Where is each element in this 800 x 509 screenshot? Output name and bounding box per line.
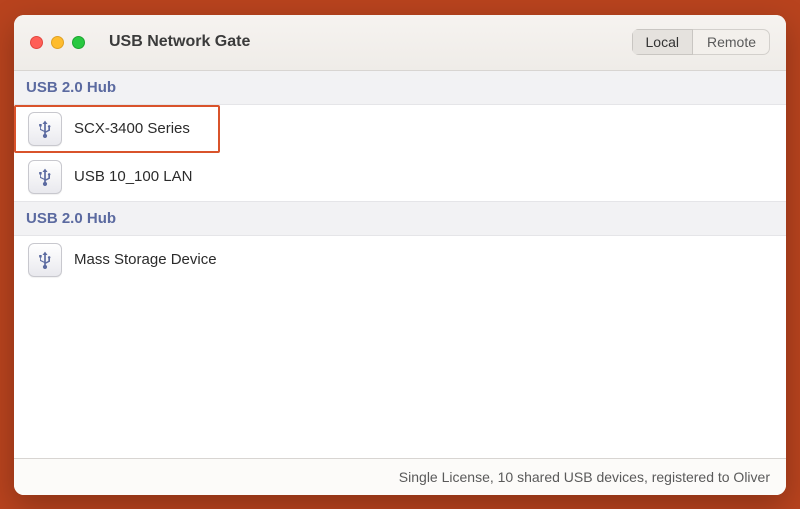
tab-remote[interactable]: Remote [693,29,770,55]
device-row[interactable]: SCX-3400 Series [14,105,220,153]
usb-icon [35,250,55,270]
device-row[interactable]: USB 10_100 LAN [14,153,786,201]
device-label: SCX-3400 Series [74,120,190,137]
usb-icon [28,243,62,277]
usb-icon [28,112,62,146]
hub-header: USB 2.0 Hub [14,201,786,236]
device-label: Mass Storage Device [74,251,217,268]
device-list: USB 2.0 Hub SCX-3400 Series USB 10_100 L… [14,71,786,458]
usb-icon [35,119,55,139]
traffic-lights [30,36,85,49]
usb-icon [35,167,55,187]
window-title: USB Network Gate [109,33,250,51]
hub-header: USB 2.0 Hub [14,71,786,105]
status-bar: Single License, 10 shared USB devices, r… [14,458,786,495]
minimize-icon[interactable] [51,36,64,49]
view-segmented-control: Local Remote [632,29,771,55]
device-label: USB 10_100 LAN [74,168,192,185]
license-text: Single License, 10 shared USB devices, r… [399,469,770,485]
tab-local[interactable]: Local [632,29,693,55]
usb-icon [28,160,62,194]
close-icon[interactable] [30,36,43,49]
app-window: USB Network Gate Local Remote USB 2.0 Hu… [14,15,786,495]
titlebar: USB Network Gate Local Remote [14,15,786,71]
device-row[interactable]: Mass Storage Device [14,236,786,284]
fullscreen-icon[interactable] [72,36,85,49]
